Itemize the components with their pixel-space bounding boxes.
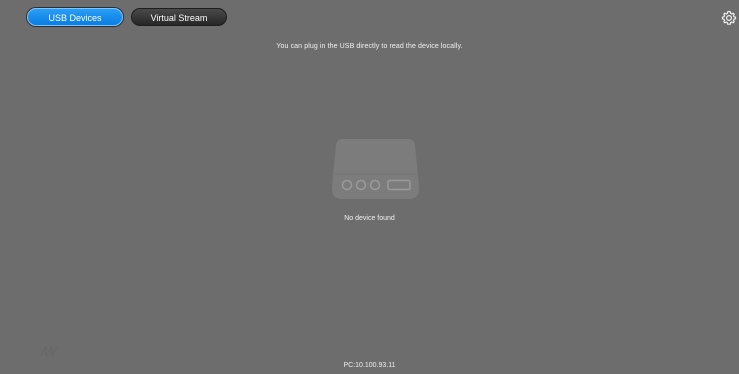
watermark-logo: ꟿ	[40, 344, 57, 359]
pc-ip-address: PC:10.100.93.11	[343, 362, 396, 369]
tab-virtual-stream[interactable]: Virtual Stream	[131, 8, 227, 26]
usb-hint-text: You can plug in the USB directly to read…	[276, 43, 463, 50]
empty-state-label: No device found	[344, 215, 395, 222]
gear-icon[interactable]	[721, 10, 737, 26]
usb-drive-icon	[331, 139, 420, 199]
tab-bar: USB Devices Virtual Stream	[27, 8, 227, 26]
app-window: USB Devices Virtual Stream You can plug …	[0, 0, 739, 374]
tab-usb-devices[interactable]: USB Devices	[27, 8, 123, 26]
